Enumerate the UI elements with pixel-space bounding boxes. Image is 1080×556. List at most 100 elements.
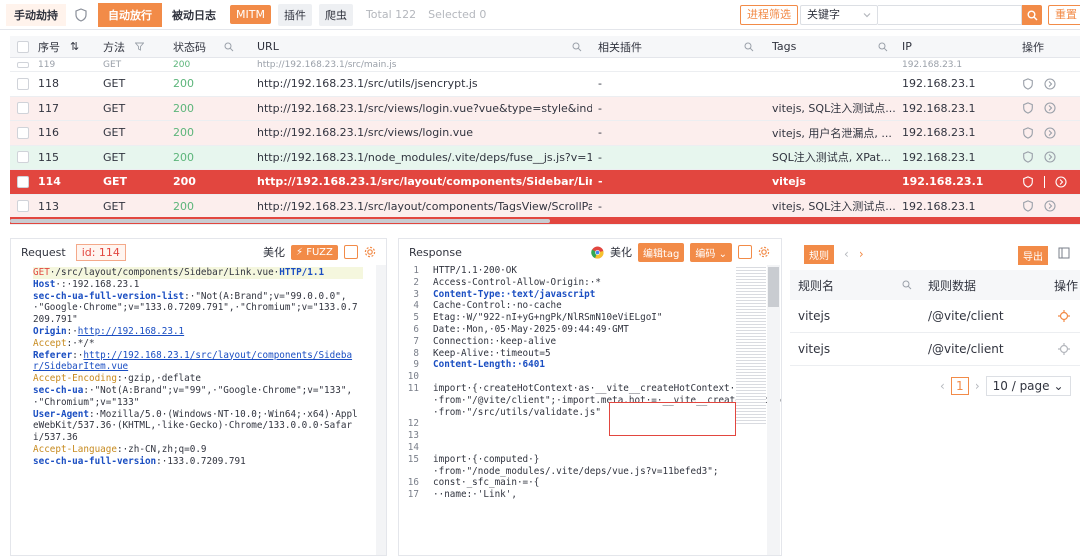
table-row[interactable]: 119 GET 200 http://192.168.23.1/src/main…: [10, 58, 1080, 72]
row-checkbox[interactable]: [17, 126, 29, 139]
code-minimap[interactable]: [736, 265, 766, 425]
request-line: User-Agent:·Mozilla/5.0·(Windows·NT·10.0…: [33, 408, 358, 444]
response-panel: Response 美化 编辑tag 编码 ⌄ 1 HTTP/1.1·200·OK 2…: [398, 238, 782, 556]
shield-icon[interactable]: [1022, 78, 1034, 90]
table-row[interactable]: 117 GET 200 http://192.168.23.1/src/view…: [10, 96, 1080, 121]
shield-icon[interactable]: [1022, 151, 1034, 163]
table-row[interactable]: 116 GET 200 http://192.168.23.1/src/view…: [10, 121, 1080, 146]
search-icon[interactable]: [572, 42, 582, 52]
next-arrow-icon[interactable]: ›: [859, 247, 864, 261]
col-ops: 操作: [1022, 40, 1044, 54]
row-checkbox[interactable]: [17, 200, 29, 213]
col-no[interactable]: 序号 ⇅: [38, 36, 98, 57]
sort-icon[interactable]: ⇅: [70, 40, 79, 53]
response-line: 15 import·{·computed·}·from·"/node_module…: [407, 453, 719, 477]
response-line: 17 ··name:·'Link',: [407, 489, 517, 501]
horizontal-scrollbar[interactable]: [10, 219, 550, 223]
goto-arrow-icon[interactable]: [1044, 78, 1056, 90]
col-tags[interactable]: Tags: [772, 36, 898, 57]
send-button[interactable]: [343, 245, 358, 259]
rules-table-header: 规则名 规则数据 操作: [790, 270, 1080, 300]
search-button[interactable]: [1022, 5, 1042, 25]
request-line: sec-ch-ua-full-version-list:·"Not(A:Bran…: [33, 290, 358, 326]
request-line: GET·/src/layout/components/Sidebar/Link.…: [33, 267, 363, 279]
export-button[interactable]: 导出: [1018, 246, 1048, 265]
locate-icon[interactable]: [1058, 343, 1070, 355]
page-current[interactable]: 1: [950, 377, 969, 395]
encode-dropdown[interactable]: 编码 ⌄: [690, 242, 732, 262]
crawler-chip[interactable]: 爬虫: [318, 3, 353, 26]
table-row[interactable]: 118 GET 200 http://192.168.23.1/src/util…: [10, 72, 1080, 97]
col-method[interactable]: 方法: [103, 36, 169, 57]
response-line: 1 HTTP/1.1·200·OK: [413, 265, 517, 276]
table-row[interactable]: 114 GET 200 http://192.168.23.1/src/layo…: [10, 170, 1080, 195]
response-scroll-thumb[interactable]: [768, 267, 779, 307]
shield-icon[interactable]: [1022, 200, 1034, 212]
request-scrollbar[interactable]: [376, 265, 386, 555]
table-row[interactable]: 113 GET 200 http://192.168.23.1/src/layo…: [10, 194, 1080, 219]
col-plugin[interactable]: 相关插件: [598, 36, 764, 57]
select-all-checkbox[interactable]: [10, 36, 36, 57]
shield-icon[interactable]: [74, 7, 88, 22]
row-checkbox[interactable]: [17, 77, 29, 90]
page-size-select[interactable]: 10 / page ⌄: [985, 376, 1071, 396]
chrome-icon[interactable]: [591, 246, 604, 259]
mitm-chip[interactable]: MITM: [230, 5, 271, 24]
col-status[interactable]: 状态码: [173, 36, 257, 57]
filter-icon[interactable]: [135, 42, 144, 51]
response-line: 4 Cache-Control:·no-cache: [413, 300, 562, 312]
request-editor[interactable]: GET·/src/layout/components/Sidebar/Link.…: [11, 265, 363, 468]
plugin-chip[interactable]: 插件: [277, 3, 312, 26]
send-button[interactable]: [737, 245, 752, 259]
tab-passive-log[interactable]: 被动日志: [172, 7, 216, 23]
keyword-select[interactable]: 关键字: [800, 5, 878, 25]
goto-arrow-icon[interactable]: [1044, 200, 1056, 212]
goto-arrow-icon[interactable]: [1044, 102, 1056, 114]
shield-icon[interactable]: [1022, 127, 1034, 139]
keyword-search-input[interactable]: [878, 5, 1022, 25]
total-count: Total 122: [365, 8, 417, 21]
response-editor[interactable]: 1 HTTP/1.1·200·OK 2 Access-Control-Allow-Or…: [399, 265, 781, 501]
shield-icon[interactable]: [1022, 102, 1034, 114]
panel-toggle-icon[interactable]: [1058, 247, 1070, 259]
gear-icon[interactable]: [758, 246, 770, 258]
prev-arrow-icon[interactable]: ‹: [844, 247, 849, 261]
response-scrollbar[interactable]: [767, 265, 780, 555]
rules-header: 规则 ‹ › 导出: [790, 238, 1080, 270]
shield-icon[interactable]: [1022, 176, 1034, 188]
response-line: 9 Content-Length:·6401: [413, 359, 545, 371]
edit-tag-button[interactable]: 编辑tag: [638, 242, 685, 262]
locate-icon[interactable]: [1058, 310, 1070, 322]
col-ip[interactable]: IP: [902, 36, 1022, 57]
goto-arrow-icon[interactable]: [1044, 151, 1056, 163]
goto-arrow-icon[interactable]: [1044, 127, 1056, 139]
table-row[interactable]: 115 GET 200 http://192.168.23.1/node_mod…: [10, 145, 1080, 170]
col-url[interactable]: URL: [257, 36, 592, 57]
pagination: ‹ 1 › 10 / page ⌄: [940, 376, 1071, 396]
prev-page-icon[interactable]: ‹: [940, 379, 945, 393]
request-id-tag: id: 114: [75, 243, 126, 261]
request-line: sec-ch-ua-full-version:·133.0.7209.791: [33, 455, 246, 467]
beautify-button[interactable]: 美化: [263, 244, 285, 260]
rule-row[interactable]: vitejs /@vite/client: [790, 333, 1080, 366]
process-filter-button[interactable]: 进程筛选: [740, 5, 798, 25]
reset-button[interactable]: 重置: [1048, 5, 1080, 25]
tab-auto-release[interactable]: 自动放行: [98, 2, 162, 27]
search-icon[interactable]: [902, 280, 912, 290]
gear-icon[interactable]: [364, 246, 376, 258]
row-checkbox[interactable]: [17, 151, 29, 164]
search-icon[interactable]: [744, 42, 754, 52]
tab-manual-hijack[interactable]: 手动劫持: [6, 3, 66, 26]
request-header: Request id: 114 美化 ⚡ FUZZ: [11, 239, 386, 265]
row-checkbox[interactable]: [17, 175, 29, 188]
search-icon[interactable]: [224, 42, 234, 52]
request-line: Accept-Encoding:·gzip,·deflate: [33, 373, 201, 385]
goto-arrow-icon[interactable]: [1055, 176, 1067, 188]
fuzz-button[interactable]: ⚡ FUZZ: [291, 244, 338, 260]
beautify-button[interactable]: 美化: [610, 244, 632, 260]
search-icon[interactable]: [878, 42, 888, 52]
row-checkbox[interactable]: [17, 102, 29, 115]
next-page-icon[interactable]: ›: [975, 379, 980, 393]
rule-row[interactable]: vitejs /@vite/client: [790, 300, 1080, 333]
response-line: 2 Access-Control-Allow-Origin:·*: [413, 276, 601, 288]
